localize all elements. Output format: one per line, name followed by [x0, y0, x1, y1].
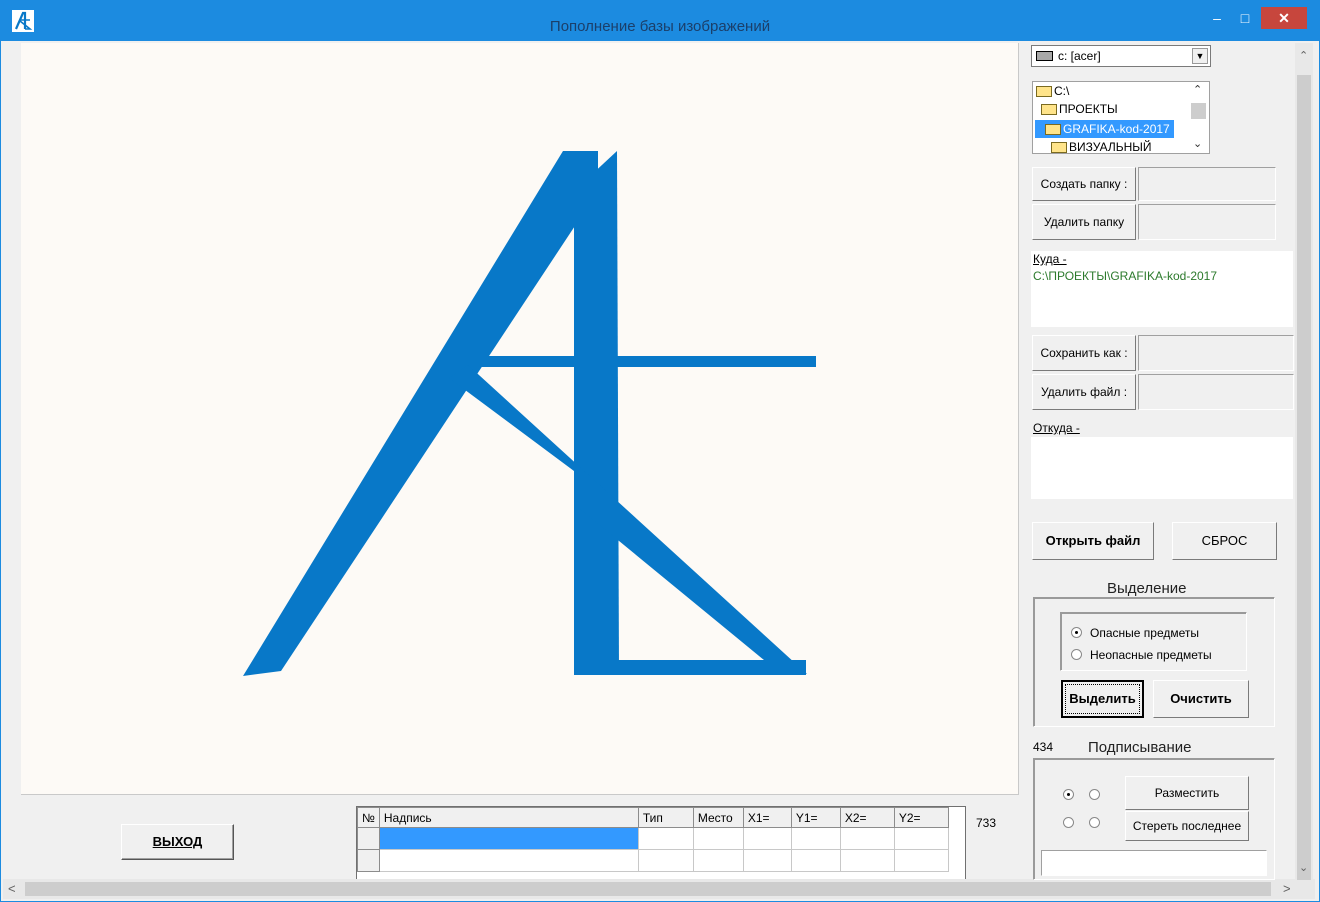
labeling-radio[interactable] [1089, 789, 1100, 800]
col-y1-header: Y1= [790, 807, 841, 828]
table-cell[interactable] [790, 849, 841, 872]
place-button[interactable]: Разместить [1125, 776, 1249, 810]
records-counter: 733 [976, 816, 997, 830]
dir-item-label: ВИЗУАЛЬНЫЙ [1069, 140, 1152, 154]
delete-folder-input[interactable] [1138, 204, 1276, 240]
dir-item-label: ПРОЕКТЫ [1059, 102, 1118, 116]
dir-item-label: C:\ [1054, 84, 1070, 98]
reset-button[interactable]: СБРОС [1172, 522, 1277, 560]
table-header-row: № Надпись Тип Место X1= Y1= X2= Y2= [357, 807, 949, 828]
label-text-input[interactable] [1041, 850, 1267, 876]
table-cell[interactable] [893, 827, 949, 850]
minimize-button[interactable]: – [1204, 7, 1230, 29]
window-title: Пополнение базы изображений [549, 18, 771, 35]
horizontal-scrollbar[interactable]: < > [3, 879, 1315, 899]
safe-items-label[interactable]: Неопасные предметы [1090, 648, 1212, 662]
directory-scroll-thumb[interactable] [1191, 103, 1206, 119]
scroll-left-icon[interactable]: < [8, 881, 16, 896]
dir-item-selected[interactable]: GRAFIKA-kod-2017 [1035, 120, 1174, 138]
table-cell[interactable] [893, 849, 949, 872]
dangerous-items-radio[interactable] [1071, 627, 1082, 638]
table-cell[interactable] [637, 849, 694, 872]
app-window: Пополнение базы изображений – □ ✕ ВЫХОД … [0, 0, 1320, 902]
image-canvas[interactable] [21, 43, 1019, 795]
create-folder-button[interactable]: Создать папку : [1032, 167, 1136, 201]
open-folder-icon [1045, 124, 1061, 135]
scroll-up-icon[interactable]: ⌃ [1299, 49, 1308, 62]
table-cell[interactable] [692, 849, 744, 872]
open-folder-icon [1041, 104, 1057, 115]
scroll-down-icon[interactable]: ⌄ [1299, 861, 1308, 874]
dir-item[interactable]: ВИЗУАЛЬНЫЙ [1051, 138, 1156, 154]
scroll-right-icon[interactable]: > [1283, 881, 1291, 896]
labeling-radio[interactable] [1063, 789, 1074, 800]
col-label-header: Надпись [378, 807, 639, 828]
safe-items-radio[interactable] [1071, 649, 1082, 660]
labeling-radio[interactable] [1063, 817, 1074, 828]
table-cell[interactable] [839, 827, 895, 850]
vertical-scroll-thumb[interactable] [1297, 75, 1311, 880]
save-as-button[interactable]: Сохранить как : [1032, 335, 1136, 371]
selection-options-group [1060, 612, 1247, 671]
table-cell[interactable] [378, 827, 639, 850]
col-x1-header: X1= [742, 807, 792, 828]
col-type-header: Тип [637, 807, 694, 828]
table-cell[interactable] [378, 849, 639, 872]
drive-value: c: [acer] [1058, 49, 1101, 63]
col-y2-header: Y2= [893, 807, 949, 828]
col-number-header: № [357, 807, 380, 828]
labels-table[interactable]: № Надпись Тип Место X1= Y1= X2= Y2= [356, 806, 966, 880]
labels-count: 434 [1033, 740, 1054, 754]
table-cell[interactable] [790, 827, 841, 850]
dir-item[interactable]: ПРОЕКТЫ [1041, 100, 1122, 118]
delete-file-button[interactable]: Удалить файл : [1032, 374, 1136, 410]
exit-button[interactable]: ВЫХОД [121, 824, 234, 860]
close-button[interactable]: ✕ [1261, 7, 1307, 29]
dir-item[interactable]: C:\ [1036, 82, 1073, 100]
selection-heading: Выделение [1107, 580, 1187, 597]
delete-file-input[interactable] [1138, 374, 1294, 410]
folder-icon [1051, 142, 1067, 153]
directory-scrollbar[interactable]: ⌃ ⌄ [1189, 83, 1207, 151]
image-logo [243, 151, 816, 676]
horizontal-scroll-thumb[interactable] [25, 882, 1271, 896]
delete-folder-button[interactable]: Удалить папку [1032, 204, 1136, 240]
source-box [1031, 437, 1293, 499]
scroll-up-icon[interactable]: ⌃ [1193, 83, 1202, 96]
scroll-down-icon[interactable]: ⌄ [1193, 137, 1202, 150]
title-bar[interactable]: Пополнение базы изображений – □ ✕ [1, 1, 1319, 41]
create-folder-input[interactable] [1138, 167, 1276, 201]
destination-box [1031, 251, 1293, 327]
col-x2-header: X2= [839, 807, 895, 828]
vertical-scrollbar[interactable]: ⌃ ⌄ [1295, 43, 1313, 880]
row-header[interactable] [357, 849, 380, 872]
dangerous-items-label[interactable]: Опасные предметы [1090, 626, 1199, 640]
chevron-down-icon[interactable]: ▼ [1192, 48, 1208, 64]
table-cell[interactable] [742, 849, 792, 872]
row-header[interactable] [357, 827, 380, 850]
maximize-button[interactable]: □ [1232, 7, 1258, 29]
select-button[interactable]: Выделить [1061, 680, 1144, 718]
table-cell[interactable] [742, 827, 792, 850]
table-cell[interactable] [839, 849, 895, 872]
table-cell[interactable] [637, 827, 694, 850]
col-place-header: Место [692, 807, 744, 828]
dir-item-label: GRAFIKA-kod-2017 [1063, 122, 1170, 136]
source-label: Откуда - [1033, 421, 1080, 435]
destination-path: C:\ПРОЕКТЫ\GRAFIKA-kod-2017 [1033, 269, 1218, 283]
table-cell[interactable] [692, 827, 744, 850]
table-row[interactable] [357, 849, 949, 872]
save-as-input[interactable] [1138, 335, 1294, 371]
destination-label: Куда - [1033, 252, 1067, 266]
open-folder-icon [1036, 86, 1052, 97]
erase-last-button[interactable]: Стереть последнее [1125, 811, 1249, 841]
open-file-button[interactable]: Открыть файл [1032, 522, 1154, 560]
table-row[interactable] [357, 827, 949, 850]
drive-select[interactable]: c: [acer] ▼ [1031, 45, 1211, 67]
clear-button[interactable]: Очистить [1153, 680, 1249, 718]
directory-list[interactable]: C:\ ПРОЕКТЫ GRAFIKA-kod-2017 ВИЗУАЛЬНЫЙ [1032, 81, 1210, 154]
drive-icon [1036, 51, 1053, 61]
labeling-heading: Подписывание [1088, 739, 1192, 756]
labeling-radio[interactable] [1089, 817, 1100, 828]
